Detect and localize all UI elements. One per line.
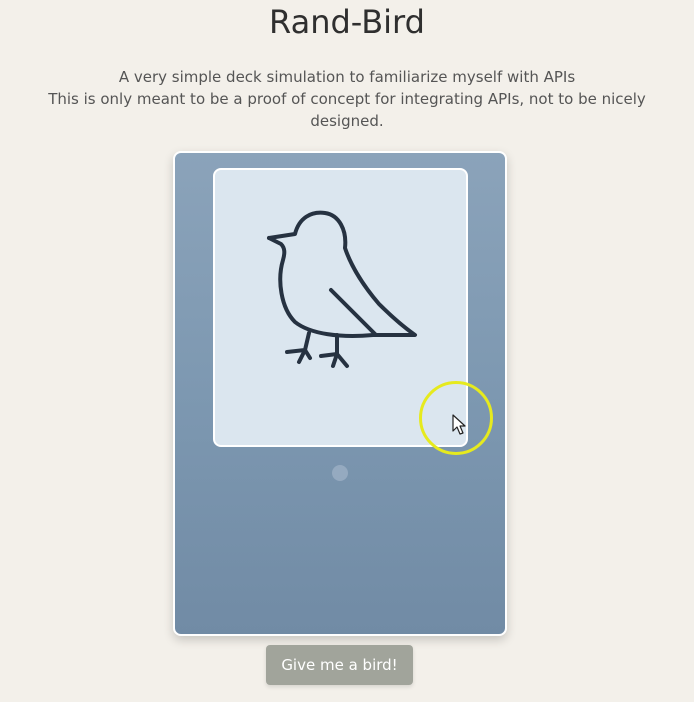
mouse-pointer-icon — [452, 414, 466, 435]
give-me-a-bird-button[interactable]: Give me a bird! — [266, 645, 413, 685]
page-description: A very simple deck simulation to familia… — [40, 66, 654, 132]
description-line-2: This is only meant to be a proof of conc… — [48, 90, 646, 130]
bird-icon — [267, 210, 417, 368]
card-indicator-dot — [332, 465, 348, 481]
page: Rand-Bird A very simple deck simulation … — [0, 0, 694, 702]
page-title: Rand-Bird — [269, 3, 425, 41]
description-line-1: A very simple deck simulation to familia… — [118, 68, 576, 86]
